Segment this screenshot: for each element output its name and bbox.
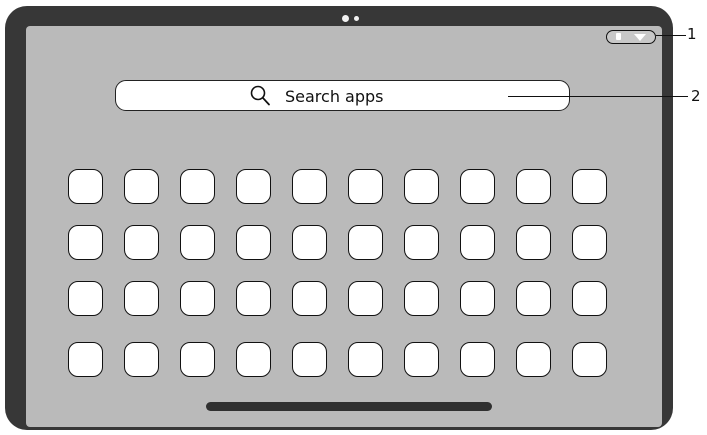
app-row: [68, 281, 607, 316]
app-icon[interactable]: [516, 225, 551, 260]
app-icon[interactable]: [292, 225, 327, 260]
app-icon[interactable]: [180, 342, 215, 377]
search-bar[interactable]: Search apps: [115, 80, 570, 111]
app-icon[interactable]: [124, 225, 159, 260]
app-icon[interactable]: [348, 225, 383, 260]
app-grid: [68, 169, 613, 381]
app-icon[interactable]: [236, 169, 271, 204]
status-bar: [606, 30, 656, 44]
sensor-dot: [354, 16, 359, 21]
app-icon[interactable]: [124, 342, 159, 377]
app-icon[interactable]: [236, 225, 271, 260]
app-icon[interactable]: [572, 225, 607, 260]
app-icon[interactable]: [124, 281, 159, 316]
app-row: [68, 342, 607, 377]
app-icon[interactable]: [404, 281, 439, 316]
app-icon[interactable]: [460, 281, 495, 316]
app-icon[interactable]: [572, 169, 607, 204]
app-icon[interactable]: [460, 169, 495, 204]
app-icon[interactable]: [516, 342, 551, 377]
battery-icon: [616, 33, 621, 40]
search-placeholder: Search apps: [285, 86, 384, 106]
callout-label-2: 2: [691, 87, 701, 105]
app-icon[interactable]: [236, 281, 271, 316]
app-icon[interactable]: [404, 169, 439, 204]
app-icon[interactable]: [292, 281, 327, 316]
app-icon[interactable]: [68, 169, 103, 204]
app-icon[interactable]: [460, 342, 495, 377]
app-icon[interactable]: [180, 169, 215, 204]
app-icon[interactable]: [572, 281, 607, 316]
app-icon[interactable]: [348, 169, 383, 204]
app-icon[interactable]: [404, 342, 439, 377]
app-icon[interactable]: [180, 281, 215, 316]
app-icon[interactable]: [292, 169, 327, 204]
app-icon[interactable]: [348, 342, 383, 377]
app-icon[interactable]: [236, 342, 271, 377]
callout-line-1: [656, 35, 686, 36]
app-icon[interactable]: [68, 342, 103, 377]
app-icon[interactable]: [348, 281, 383, 316]
app-icon[interactable]: [404, 225, 439, 260]
app-icon[interactable]: [460, 225, 495, 260]
app-icon[interactable]: [68, 225, 103, 260]
camera-dot: [342, 15, 349, 22]
app-icon[interactable]: [180, 225, 215, 260]
app-icon[interactable]: [68, 281, 103, 316]
home-indicator[interactable]: [206, 402, 492, 411]
callout-label-1: 1: [687, 25, 697, 43]
app-row: [68, 225, 607, 260]
app-icon[interactable]: [124, 169, 159, 204]
wifi-icon: [634, 34, 646, 41]
app-icon[interactable]: [516, 281, 551, 316]
app-row: [68, 169, 607, 204]
magnifier-icon: [250, 85, 270, 106]
app-icon[interactable]: [292, 342, 327, 377]
callout-line-2: [508, 96, 688, 97]
app-icon[interactable]: [516, 169, 551, 204]
app-icon[interactable]: [572, 342, 607, 377]
